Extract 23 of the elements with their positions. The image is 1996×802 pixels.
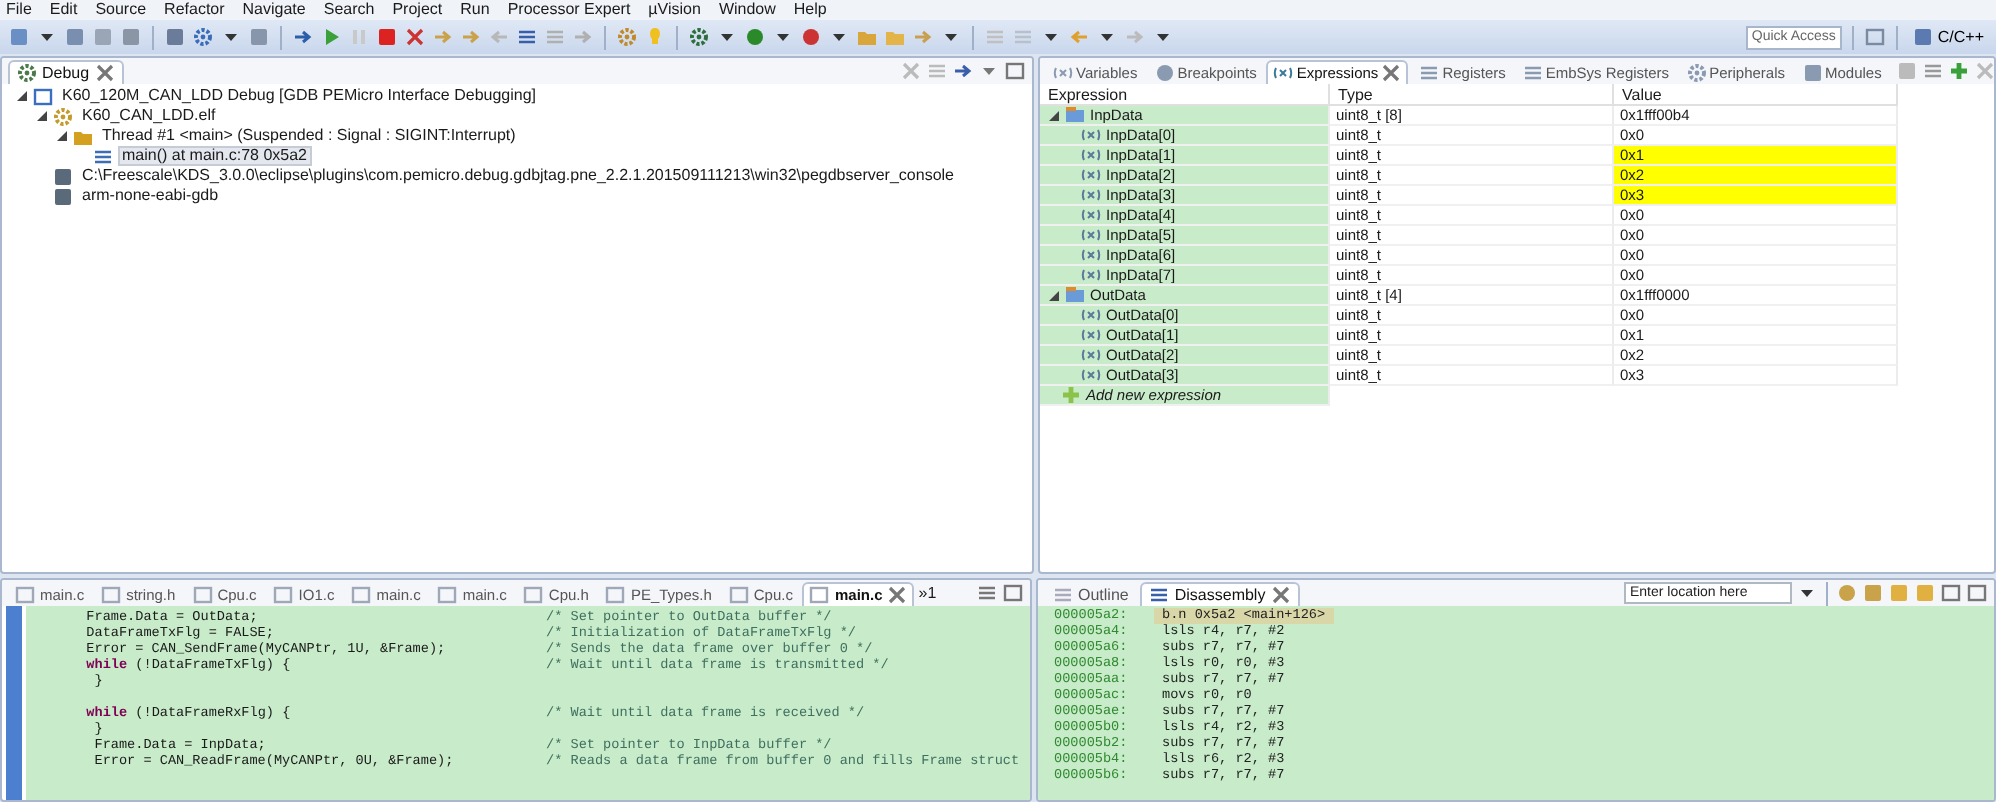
menu-item[interactable]: Edit	[49, 0, 78, 20]
tree-item[interactable]: Thread #1 <main> (Suspended : Signal : SIGINT:Interrupt)	[98, 126, 520, 146]
menu-item[interactable]: File	[6, 0, 32, 20]
menu-item[interactable]: Processor Expert	[507, 0, 631, 20]
menu-item[interactable]: Project	[392, 0, 443, 20]
tree-item[interactable]: K60_120M_CAN_LDD Debug [GDB PEMicro Interface Debugging]	[58, 86, 541, 106]
menu-item[interactable]: Run	[460, 0, 490, 20]
menu-item[interactable]: µVision	[648, 0, 701, 20]
view-tab[interactable]: Disassembly	[1140, 581, 1300, 605]
tree-item[interactable]: C:\Freescale\KDS_3.0.0\eclipse\plugins\com.pemicro.debug.gdbjtag.pne_2.2.1.201509111213\win32\pegdbserver_console	[78, 166, 958, 186]
menu-item[interactable]: Refactor	[164, 0, 225, 20]
hidden-tabs-count[interactable]: »1	[918, 584, 937, 602]
tree-item[interactable]: arm-none-eabi-gdb	[78, 186, 223, 206]
menu-item[interactable]: Window	[718, 0, 776, 20]
tree-item[interactable]: main() at main.c:78 0x5a2	[118, 146, 311, 166]
perspective-button[interactable]: C/C++	[1907, 24, 1988, 50]
tree-item[interactable]: K60_CAN_LDD.elf	[78, 106, 220, 126]
menu-item[interactable]: Search	[323, 0, 375, 20]
view-tab[interactable]: Outline	[1044, 581, 1137, 605]
menu-item[interactable]: Source	[95, 0, 147, 20]
view-tab[interactable]: Debug	[8, 59, 124, 83]
menu-item[interactable]: Help	[793, 0, 827, 20]
menu-item[interactable]: Navigate	[242, 0, 306, 20]
